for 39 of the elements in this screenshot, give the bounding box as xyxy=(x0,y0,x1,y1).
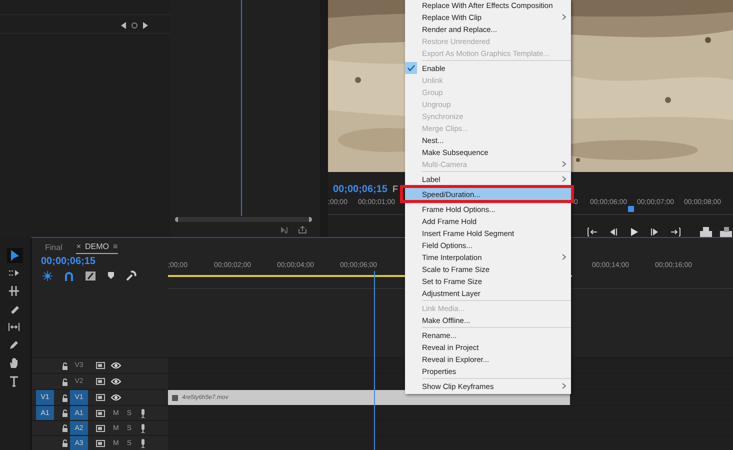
next-keyframe-icon[interactable] xyxy=(142,22,148,28)
export-icon[interactable] xyxy=(298,226,307,234)
microphone-icon[interactable] xyxy=(140,438,146,448)
marker-icon[interactable] xyxy=(107,271,115,280)
scroll-bar[interactable] xyxy=(175,217,312,222)
insert-icon[interactable] xyxy=(699,227,713,237)
timecode[interactable]: 00;00;06;15 xyxy=(333,184,388,194)
eye-icon[interactable] xyxy=(111,362,121,369)
eye-icon[interactable] xyxy=(111,394,121,401)
go-to-out-icon[interactable] xyxy=(670,227,682,237)
go-to-in-icon[interactable] xyxy=(586,227,598,237)
sequence-tab[interactable]: Final xyxy=(45,240,62,254)
tab-label[interactable]: DEMO xyxy=(85,242,110,251)
zoom-dropdown[interactable]: F xyxy=(392,184,398,194)
microphone-icon[interactable] xyxy=(140,408,146,418)
nest-icon[interactable] xyxy=(42,270,53,280)
wrench-icon[interactable] xyxy=(126,270,137,281)
lock-icon[interactable] xyxy=(62,362,68,370)
selection-tool-icon[interactable] xyxy=(7,248,23,263)
timecode[interactable]: 00;00;06;15 xyxy=(32,254,168,267)
previous-keyframe-icon[interactable] xyxy=(121,22,127,28)
play-audio-icon[interactable] xyxy=(280,226,290,234)
linked-selection-icon[interactable] xyxy=(85,270,96,280)
close-button[interactable]: × xyxy=(76,242,82,251)
lock-icon[interactable] xyxy=(62,394,68,402)
lock-icon[interactable] xyxy=(62,378,68,386)
overwrite-icon[interactable] xyxy=(719,227,733,237)
playhead-handle[interactable] xyxy=(628,206,634,212)
tab-label[interactable]: Final xyxy=(45,242,62,252)
lock-icon[interactable] xyxy=(62,424,68,432)
snap-magnet-icon[interactable] xyxy=(64,270,74,280)
panel-menu-button[interactable]: ≡ xyxy=(113,242,118,251)
microphone-icon[interactable] xyxy=(140,424,146,432)
lock-icon[interactable] xyxy=(62,439,68,447)
lock-icon[interactable] xyxy=(62,409,68,417)
keyframe-icon[interactable] xyxy=(131,22,138,28)
eye-icon[interactable] xyxy=(111,378,121,385)
sequence-tab[interactable]: × DEMO ≡ xyxy=(76,240,118,254)
fx-badge-icon xyxy=(172,394,178,400)
